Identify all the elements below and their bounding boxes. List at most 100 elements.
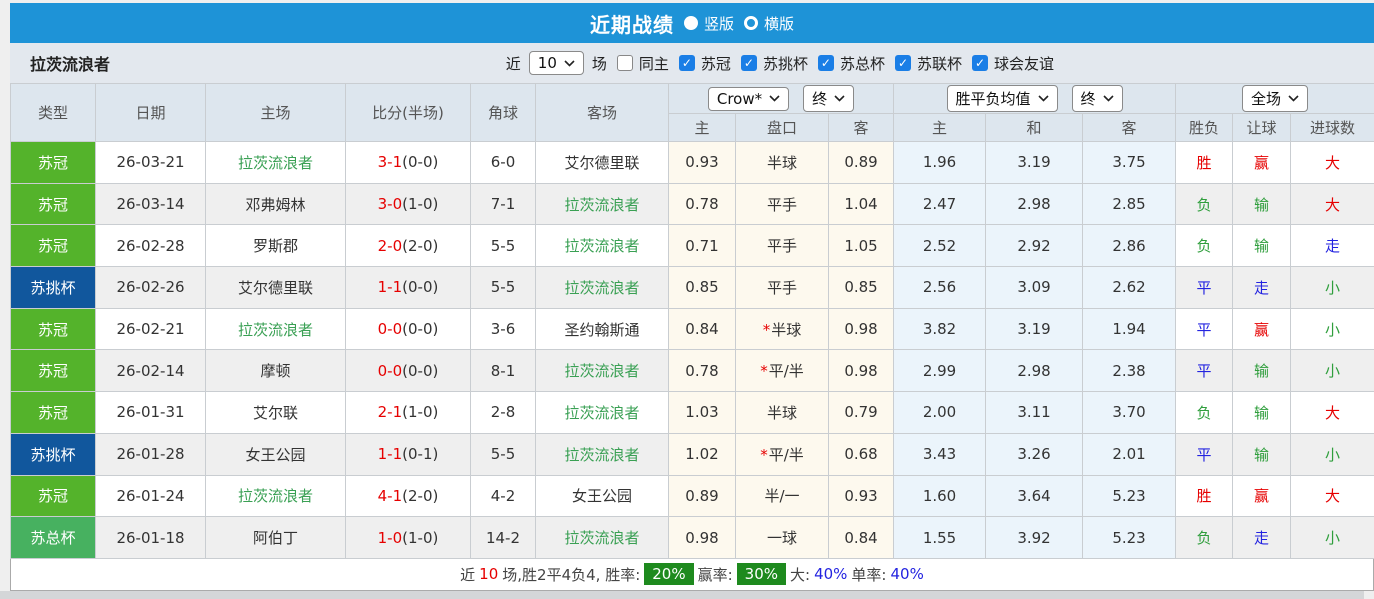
table-row: 苏冠 26-03-21 拉茨流浪者 3-1(0-0) 6-0 艾尔德里联 0.9… (11, 142, 1374, 184)
header-odds-away: 客 (829, 114, 894, 142)
match-count-select[interactable]: 10 (529, 51, 584, 75)
table-row: 苏挑杯 26-02-26 艾尔德里联 1-1(0-0) 5-5 拉茨流浪者 0.… (11, 267, 1374, 309)
handicap-rate-badge: 30% (737, 563, 786, 585)
competition-checkbox-4[interactable]: ✓ (972, 55, 988, 71)
table-row: 苏冠 26-01-31 艾尔联 2-1(1-0) 2-8 拉茨流浪者 1.03 … (11, 392, 1374, 434)
cell-result: 负 (1176, 225, 1233, 267)
avg-stage-select[interactable]: 终 (1072, 85, 1123, 112)
cell-avg-home: 2.47 (894, 183, 986, 225)
cell-home-team[interactable]: 阿伯丁 (206, 517, 346, 559)
cell-away-team[interactable]: 女王公园 (536, 475, 669, 517)
cell-avg-away: 1.94 (1083, 308, 1176, 350)
cell-avg-draw: 3.26 (986, 433, 1083, 475)
same-home-checkbox[interactable] (617, 55, 633, 71)
cell-score: 0-0(0-0) (346, 350, 471, 392)
cell-avg-away: 2.38 (1083, 350, 1176, 392)
cell-odds-home: 0.85 (669, 267, 736, 309)
cell-handicap-line: *半球 (736, 308, 829, 350)
team-name: 拉茨流浪者 (30, 51, 110, 75)
cell-odds-home: 0.89 (669, 475, 736, 517)
cell-handicap-line: 半球 (736, 392, 829, 434)
cell-home-team[interactable]: 拉茨流浪者 (206, 142, 346, 184)
cell-home-team[interactable]: 艾尔联 (206, 392, 346, 434)
odds-stage-select[interactable]: 终 (803, 85, 854, 112)
scope-select[interactable]: 全场 (1242, 85, 1308, 112)
line-star-marker: * (760, 446, 768, 464)
avg-type-select-value: 胜平负均值 (956, 88, 1031, 109)
cell-avg-draw: 3.09 (986, 267, 1083, 309)
cell-competition: 苏冠 (11, 225, 96, 267)
cell-goals-result: 大 (1291, 475, 1374, 517)
cell-home-team[interactable]: 女王公园 (206, 433, 346, 475)
cell-corner: 7-1 (471, 183, 536, 225)
cell-away-team[interactable]: 艾尔德里联 (536, 142, 669, 184)
cell-date: 26-02-26 (96, 267, 206, 309)
cell-corner: 5-5 (471, 267, 536, 309)
cell-corner: 5-5 (471, 225, 536, 267)
cell-avg-away: 2.86 (1083, 225, 1176, 267)
chevron-down-icon (769, 95, 780, 102)
summary-text: 场,胜2平4负4, 胜率: (502, 564, 640, 585)
view-option-horizontal[interactable]: 横版 (744, 13, 794, 34)
competition-checkbox-0[interactable]: ✓ (679, 55, 695, 71)
cell-handicap-result: 输 (1233, 433, 1291, 475)
same-home-label: 同主 (639, 53, 669, 74)
score-halftime: (0-0) (402, 153, 438, 171)
chevron-down-icon (834, 95, 845, 102)
score-halftime: (1-0) (402, 529, 438, 547)
score-fulltime: 2-1 (378, 403, 403, 421)
cell-away-team[interactable]: 拉茨流浪者 (536, 183, 669, 225)
competition-checkbox-2[interactable]: ✓ (818, 55, 834, 71)
cell-home-team[interactable]: 拉茨流浪者 (206, 308, 346, 350)
score-fulltime: 1-0 (378, 529, 403, 547)
view-option-vertical[interactable]: 竖版 (684, 13, 734, 34)
radio-unselected-icon[interactable] (744, 16, 758, 30)
cell-score: 2-1(1-0) (346, 392, 471, 434)
cell-avg-away: 5.23 (1083, 475, 1176, 517)
chevron-down-icon (1103, 95, 1114, 102)
cell-away-team[interactable]: 拉茨流浪者 (536, 433, 669, 475)
single-rate-label: 单率: (851, 564, 886, 585)
cell-away-team[interactable]: 圣约翰斯通 (536, 308, 669, 350)
cell-handicap-line: 一球 (736, 517, 829, 559)
page-title: 近期战绩 (590, 9, 674, 38)
cell-away-team[interactable]: 拉茨流浪者 (536, 392, 669, 434)
competition-checkbox-1[interactable]: ✓ (741, 55, 757, 71)
cell-avg-away: 3.70 (1083, 392, 1176, 434)
cell-away-team[interactable]: 拉茨流浪者 (536, 350, 669, 392)
cell-odds-home: 0.98 (669, 517, 736, 559)
cell-handicap-result: 赢 (1233, 142, 1291, 184)
view-option-vertical-label: 竖版 (704, 13, 734, 34)
cell-home-team[interactable]: 邓弗姆林 (206, 183, 346, 225)
competition-label-2: 苏总杯 (840, 53, 885, 74)
score-halftime: (0-0) (402, 320, 438, 338)
cell-result: 平 (1176, 433, 1233, 475)
score-fulltime: 0-0 (378, 362, 403, 380)
cell-date: 26-01-18 (96, 517, 206, 559)
bookmaker-select[interactable]: Crow* (708, 87, 789, 111)
cell-handicap-line: *平/半 (736, 350, 829, 392)
avg-type-select[interactable]: 胜平负均值 (947, 85, 1058, 112)
score-fulltime: 1-1 (378, 445, 403, 463)
chevron-down-icon (1038, 95, 1049, 102)
header-avg-home: 主 (894, 114, 986, 142)
cell-odds-home: 0.78 (669, 350, 736, 392)
summary-prefix: 近 (460, 564, 475, 585)
competition-checkbox-3[interactable]: ✓ (895, 55, 911, 71)
cell-avg-away: 3.75 (1083, 142, 1176, 184)
cell-goals-result: 小 (1291, 517, 1374, 559)
header-result-group: 全场 (1176, 84, 1374, 114)
cell-corner: 6-0 (471, 142, 536, 184)
page: 近期战绩 竖版 横版 拉茨流浪者 近 10 场 同主 ✓ (0, 0, 1374, 598)
cell-home-team[interactable]: 拉茨流浪者 (206, 475, 346, 517)
cell-away-team[interactable]: 拉茨流浪者 (536, 267, 669, 309)
cell-home-team[interactable]: 艾尔德里联 (206, 267, 346, 309)
score-halftime: (1-0) (402, 195, 438, 213)
radio-selected-icon[interactable] (684, 16, 698, 30)
header-odds-home: 主 (669, 114, 736, 142)
cell-date: 26-02-14 (96, 350, 206, 392)
cell-away-team[interactable]: 拉茨流浪者 (536, 225, 669, 267)
cell-home-team[interactable]: 摩顿 (206, 350, 346, 392)
cell-home-team[interactable]: 罗斯郡 (206, 225, 346, 267)
cell-away-team[interactable]: 拉茨流浪者 (536, 517, 669, 559)
